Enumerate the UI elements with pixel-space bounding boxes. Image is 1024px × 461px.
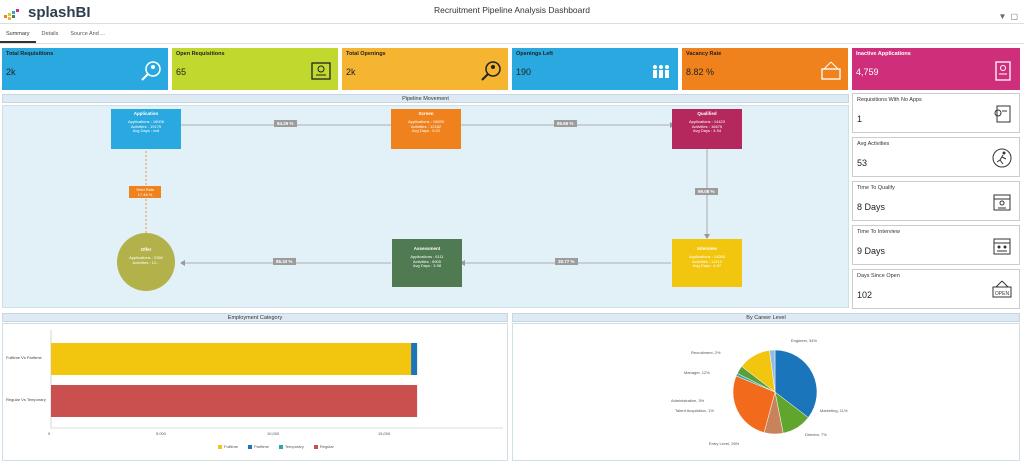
node-title: Offer bbox=[140, 247, 152, 252]
legend-item-parttime[interactable]: Parttime bbox=[248, 444, 269, 449]
pipeline-panel: Application Applications : 16006 Activit… bbox=[2, 105, 849, 308]
tab-summary[interactable]: Summary bbox=[0, 24, 36, 43]
bar-regular[interactable] bbox=[51, 385, 418, 417]
open-sign-icon: OPEN bbox=[992, 280, 1012, 298]
tab-source[interactable]: Source And ... bbox=[64, 24, 111, 43]
vacancy-sign-icon bbox=[821, 61, 841, 80]
conversion-qualified-interview: 99.08 % bbox=[695, 188, 718, 195]
pipeline-node-qualified[interactable]: Qualified Applications : 14423 Activitie… bbox=[672, 109, 742, 149]
node-avg-days: Avg Days : 5.02 bbox=[411, 128, 441, 134]
id-card-icon bbox=[311, 62, 331, 80]
yield-rate-badge: Yield Rate 17.48 % bbox=[129, 186, 161, 198]
header-bar: splashBI Recruitment Pipeline Analysis D… bbox=[0, 0, 1024, 24]
node-title: Screen bbox=[418, 111, 434, 116]
card-requisitions-no-apps[interactable]: Requisitions With No Apps 1 bbox=[852, 93, 1020, 133]
pie-label-entry-level: Entry Level, 26% bbox=[709, 441, 740, 446]
pie-label-marketing: Marketing, 11% bbox=[820, 408, 848, 413]
pie-label-administrative: Administrative, 3% bbox=[671, 398, 705, 403]
yield-value: 17.48 % bbox=[137, 192, 153, 197]
tab-bar: Summary Details Source And ... bbox=[0, 24, 1024, 44]
conversion-screen-qualified: 85.66 % bbox=[554, 120, 577, 127]
node-activities: Activities : 12... bbox=[132, 259, 160, 265]
bar-fulltime[interactable] bbox=[51, 343, 412, 375]
pipeline-node-offer[interactable]: Offer Applications : 2360 Activities : 1… bbox=[117, 233, 175, 291]
node-title: Qualified bbox=[697, 111, 717, 116]
kpi-label: Vacancy Rate bbox=[686, 51, 722, 57]
kpi-label: Total Requisitions bbox=[6, 51, 54, 57]
kpi-openings-left[interactable]: Openings Left 190 bbox=[512, 48, 678, 90]
kpi-label: Openings Left bbox=[516, 51, 553, 57]
kpi-inactive-applications[interactable]: Inactive Applications 4,759 bbox=[852, 48, 1020, 90]
dashboard-title: Recruitment Pipeline Analysis Dashboard bbox=[434, 5, 590, 15]
node-title: Application bbox=[133, 111, 159, 116]
pipeline-header: Pipeline Movement bbox=[2, 94, 849, 103]
document-person-icon bbox=[995, 61, 1011, 81]
pipeline-node-application[interactable]: Application Applications : 16006 Activit… bbox=[111, 109, 181, 149]
pie-label-manager: Manager, 12% bbox=[684, 370, 710, 375]
kpi-label: Open Requisitions bbox=[176, 51, 225, 57]
legend-item-fulltime[interactable]: Fulltime bbox=[218, 444, 238, 449]
kpi-open-requisitions[interactable]: Open Requisitions 65 bbox=[172, 48, 338, 90]
x-tick-label: 5,000 bbox=[156, 431, 167, 436]
node-title: Interview bbox=[697, 246, 717, 251]
kpi-label: Total Openings bbox=[346, 51, 386, 57]
kpi-total-requisitions[interactable]: Total Requisitions 2k bbox=[2, 48, 168, 90]
node-avg-days: Avg Days : null bbox=[132, 128, 160, 134]
conversion-application-screen: 84.29 % bbox=[274, 120, 297, 127]
card-avg-activities[interactable]: Avg Activities 53 bbox=[852, 137, 1020, 177]
people-group-icon bbox=[653, 65, 669, 78]
calendar-interview-icon bbox=[993, 238, 1011, 255]
dashboard: { "header":{"logo_text":"splashBI","titl… bbox=[0, 0, 1024, 461]
pie-label-director: Director, 7% bbox=[805, 432, 827, 437]
kpi-label: Inactive Applications bbox=[856, 51, 911, 57]
employment-category-header: Employment Category bbox=[2, 313, 508, 322]
conversion-interview-assessment: 38.77 % bbox=[555, 258, 578, 265]
magnifier-person-icon bbox=[141, 61, 161, 81]
bar-parttime[interactable] bbox=[411, 343, 418, 375]
bar-category-label: Fulltime Vs Parttime bbox=[6, 355, 42, 360]
magnifier-person-icon bbox=[481, 61, 501, 81]
calendar-person-icon bbox=[993, 194, 1011, 211]
tab-details[interactable]: Details bbox=[36, 24, 65, 43]
pipeline-node-assessment[interactable]: Assessment Applications : 6111 Activitie… bbox=[392, 239, 462, 287]
employment-legend: Fulltime Parttime Temporary Regular bbox=[218, 444, 334, 449]
pie-label-engineer: Engineer, 34% bbox=[791, 338, 818, 343]
employment-bar-chart bbox=[50, 330, 503, 429]
running-person-icon bbox=[992, 148, 1012, 168]
kpi-total-openings[interactable]: Total Openings 2k bbox=[342, 48, 508, 90]
x-tick-label: 15,000 bbox=[378, 431, 391, 436]
legend-item-temporary[interactable]: Temporary bbox=[278, 444, 304, 449]
career-pie-chart bbox=[732, 349, 818, 435]
pie-label-talent-acquisition: Talent Acquisition, 1% bbox=[675, 408, 714, 413]
card-days-since-open[interactable]: Days Since Open 102 OPEN bbox=[852, 269, 1020, 309]
card-time-to-interview[interactable]: Time To Interview 9 Days bbox=[852, 225, 1020, 265]
node-avg-days: Avg Days : 4.07 bbox=[692, 263, 722, 269]
person-document-icon bbox=[994, 105, 1011, 123]
node-avg-days: Avg Days : 3.98 bbox=[412, 263, 442, 269]
pipeline-node-screen[interactable]: Screen Applications : 16830 Activities :… bbox=[391, 109, 461, 149]
employment-category-panel: Fulltime Vs Parttime Regular Vs Temporar… bbox=[2, 323, 508, 461]
svg-text:OPEN: OPEN bbox=[995, 291, 1010, 297]
pie-label-recruitment: Recruitment, 2% bbox=[691, 350, 721, 355]
x-tick-label: 10,000 bbox=[267, 431, 280, 436]
expand-icon[interactable]: ▢ bbox=[1010, 12, 1018, 21]
x-tick-label: 0 bbox=[48, 431, 51, 436]
legend-item-regular[interactable]: Regular bbox=[313, 444, 334, 449]
pipeline-node-interview[interactable]: Interview Applications : 14280 Activitie… bbox=[672, 239, 742, 287]
kpi-vacancy-rate[interactable]: Vacancy Rate 8.82 % bbox=[682, 48, 848, 90]
node-avg-days: Avg Days : 4.94 bbox=[692, 128, 722, 134]
card-time-to-qualify[interactable]: Time To Qualify 8 Days bbox=[852, 181, 1020, 221]
bar-category-label: Regular Vs Temporary bbox=[6, 397, 46, 402]
conversion-assessment-offer: 86.33 % bbox=[273, 258, 296, 265]
node-title: Assessment bbox=[413, 246, 441, 251]
filter-icon[interactable]: ▼ bbox=[999, 12, 1007, 21]
career-level-header: By Career Level bbox=[512, 313, 1020, 322]
career-level-panel: Engineer, 34% Marketing, 11% Director, 7… bbox=[512, 323, 1020, 461]
